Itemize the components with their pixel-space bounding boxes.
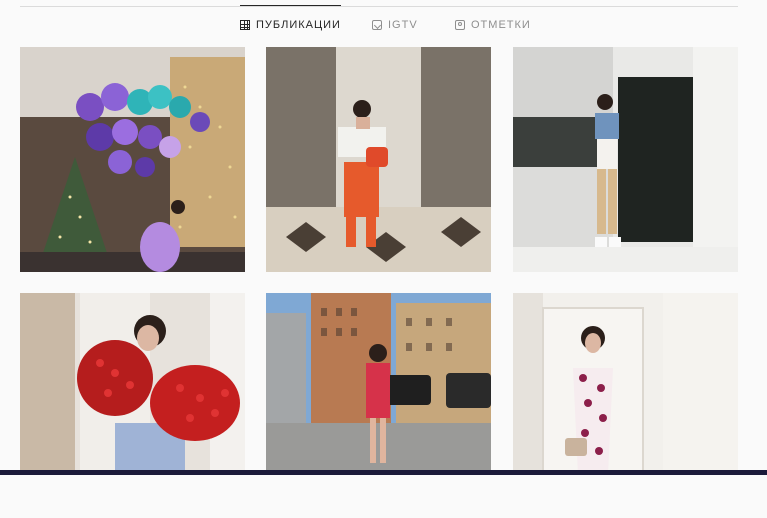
tab-tagged[interactable]: ОТМЕТКИ: [455, 6, 531, 44]
post-thumbnail[interactable]: [266, 293, 491, 518]
tab-posts-label: ПУБЛИКАЦИИ: [256, 19, 341, 31]
post-image-balloons: [20, 47, 245, 272]
profile-tabs: ПУБЛИКАЦИИ IGTV ОТМЕТКИ: [0, 5, 767, 44]
post-thumbnail[interactable]: [513, 293, 738, 518]
tab-igtv-label: IGTV: [388, 19, 418, 31]
post-image-street: [266, 293, 491, 475]
grid-icon: [240, 20, 250, 30]
tab-posts[interactable]: ПУБЛИКАЦИИ: [240, 5, 341, 44]
post-thumbnail[interactable]: [20, 47, 245, 272]
post-thumbnail[interactable]: [266, 47, 491, 272]
igtv-icon: [372, 20, 382, 30]
post-image-elevator: [266, 47, 491, 272]
tab-tagged-label: ОТМЕТКИ: [471, 19, 531, 31]
tagged-icon: [455, 20, 465, 30]
post-image-dress: [513, 293, 738, 475]
post-image-roses: [20, 293, 245, 475]
post-image-kitchen: [513, 47, 738, 272]
tab-igtv[interactable]: IGTV: [372, 6, 418, 44]
post-thumbnail[interactable]: [20, 293, 245, 518]
bottom-edge: [0, 470, 767, 475]
post-thumbnail[interactable]: [513, 47, 738, 272]
